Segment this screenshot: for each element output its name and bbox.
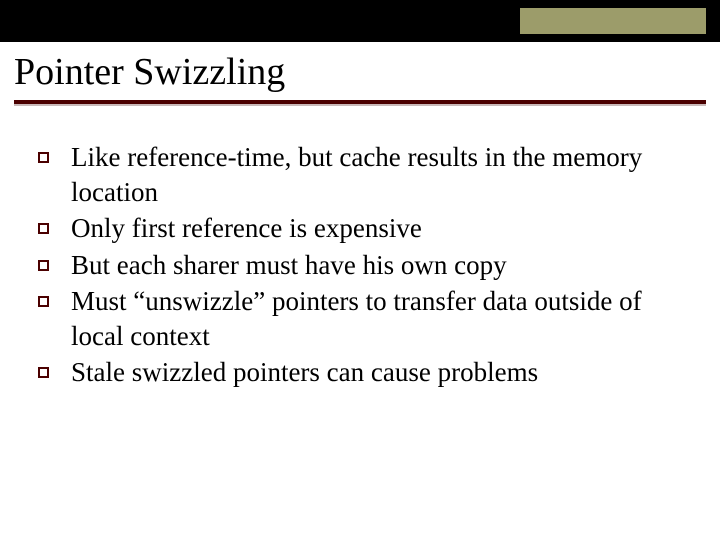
bullet-list: Like reference-time, but cache results i…	[38, 140, 678, 392]
list-item: Stale swizzled pointers can cause proble…	[38, 355, 678, 390]
accent-box	[520, 8, 706, 34]
list-item-text: Stale swizzled pointers can cause proble…	[71, 355, 538, 390]
list-item-text: But each sharer must have his own copy	[71, 248, 507, 283]
list-item: Like reference-time, but cache results i…	[38, 140, 678, 209]
square-bullet-icon	[38, 223, 49, 234]
list-item: Only first reference is expensive	[38, 211, 678, 246]
square-bullet-icon	[38, 367, 49, 378]
list-item: Must “unswizzle” pointers to transfer da…	[38, 284, 678, 353]
square-bullet-icon	[38, 296, 49, 307]
square-bullet-icon	[38, 260, 49, 271]
divider-shadow	[14, 104, 706, 106]
list-item: But each sharer must have his own copy	[38, 248, 678, 283]
list-item-text: Must “unswizzle” pointers to transfer da…	[71, 284, 678, 353]
list-item-text: Only first reference is expensive	[71, 211, 422, 246]
slide: Pointer Swizzling Like reference-time, b…	[0, 0, 720, 540]
square-bullet-icon	[38, 152, 49, 163]
slide-title: Pointer Swizzling	[14, 52, 285, 94]
list-item-text: Like reference-time, but cache results i…	[71, 140, 678, 209]
